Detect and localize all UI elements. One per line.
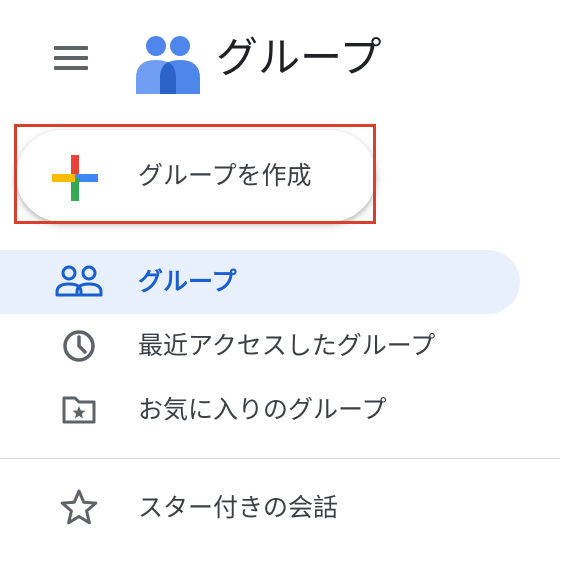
nav-item-favorite-groups[interactable]: お気に入りのグループ	[0, 378, 520, 442]
create-button-highlight-frame	[14, 124, 376, 224]
people-icon	[55, 265, 103, 297]
star-icon	[60, 489, 98, 525]
clock-icon	[63, 330, 95, 362]
main-menu-button[interactable]	[50, 40, 94, 80]
app-title: グループ	[216, 33, 382, 82]
nav-item-recent-groups[interactable]: 最近アクセスしたグループ	[0, 314, 520, 378]
menu-icon-bar	[54, 46, 88, 50]
folder-star-icon	[62, 396, 96, 424]
nav-divider	[0, 458, 560, 459]
nav-item-label: スター付きの会話	[138, 493, 339, 522]
app-header: グループ	[0, 0, 578, 112]
groups-sidebar-page: グループ グループを作成 グループ 最近アクセスしたグループ お気に入りのグルー…	[0, 0, 578, 576]
groups-logo-icon[interactable]	[134, 30, 202, 94]
nav-item-label: グループ	[138, 267, 237, 296]
nav-item-starred-conversations[interactable]: スター付きの会話	[0, 476, 520, 540]
menu-icon-bar	[54, 56, 88, 60]
menu-icon-bar	[54, 66, 88, 70]
nav-item-label: 最近アクセスしたグループ	[138, 331, 436, 360]
nav-item-label: お気に入りのグループ	[138, 395, 387, 424]
nav-item-groups[interactable]: グループ	[0, 250, 520, 314]
